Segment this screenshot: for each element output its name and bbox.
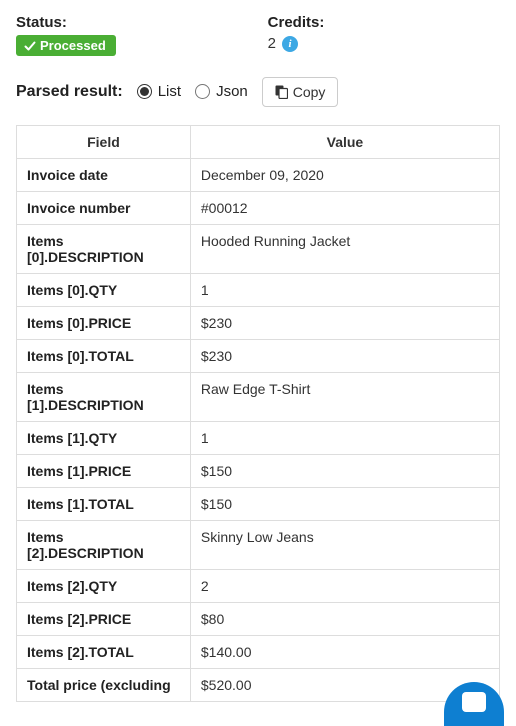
table-row: Total price (excluding$520.00: [17, 668, 500, 701]
table-row: Items [2].PRICE$80: [17, 602, 500, 635]
radio-list-label: List: [158, 83, 181, 100]
cell-field: Items [1].QTY: [17, 421, 191, 454]
status-badge-text: Processed: [40, 38, 106, 53]
radio-list[interactable]: List: [137, 83, 181, 100]
results-table: Field Value Invoice dateDecember 09, 202…: [16, 125, 500, 702]
status-badge: Processed: [16, 35, 116, 56]
table-row: Items [1].QTY1: [17, 421, 500, 454]
cell-value: 1: [190, 421, 499, 454]
radio-list-input[interactable]: [137, 84, 152, 99]
table-row: Items [2].QTY2: [17, 569, 500, 602]
parsed-result-label: Parsed result:: [16, 83, 123, 101]
cell-value: Raw Edge T-Shirt: [190, 372, 499, 421]
cell-field: Items [1].PRICE: [17, 454, 191, 487]
cell-field: Items [1].TOTAL: [17, 487, 191, 520]
table-row: Items [1].DESCRIPTIONRaw Edge T-Shirt: [17, 372, 500, 421]
radio-json[interactable]: Json: [195, 83, 248, 100]
cell-value: #00012: [190, 191, 499, 224]
table-row: Invoice dateDecember 09, 2020: [17, 158, 500, 191]
credits-value: 2: [268, 35, 276, 52]
cell-value: December 09, 2020: [190, 158, 499, 191]
info-icon[interactable]: i: [282, 36, 298, 52]
cell-field: Items [2].DESCRIPTION: [17, 520, 191, 569]
cell-field: Invoice number: [17, 191, 191, 224]
table-row: Items [1].TOTAL$150: [17, 487, 500, 520]
cell-field: Items [1].DESCRIPTION: [17, 372, 191, 421]
credits-label: Credits:: [268, 14, 500, 31]
copy-button-label: Copy: [293, 84, 326, 100]
table-row: Items [0].QTY1: [17, 273, 500, 306]
cell-value: 2: [190, 569, 499, 602]
table-row: Items [1].PRICE$150: [17, 454, 500, 487]
cell-field: Items [2].TOTAL: [17, 635, 191, 668]
check-icon: [24, 40, 36, 52]
cell-value: $80: [190, 602, 499, 635]
cell-value: Skinny Low Jeans: [190, 520, 499, 569]
header-value: Value: [190, 125, 499, 158]
cell-field: Items [2].PRICE: [17, 602, 191, 635]
cell-value: $230: [190, 339, 499, 372]
table-row: Items [0].TOTAL$230: [17, 339, 500, 372]
status-label: Status:: [16, 14, 268, 31]
radio-json-label: Json: [216, 83, 248, 100]
table-row: Items [2].DESCRIPTIONSkinny Low Jeans: [17, 520, 500, 569]
chat-icon: [462, 692, 486, 712]
cell-value: 1: [190, 273, 499, 306]
table-row: Items [0].DESCRIPTIONHooded Running Jack…: [17, 224, 500, 273]
cell-value: Hooded Running Jacket: [190, 224, 499, 273]
cell-value: $230: [190, 306, 499, 339]
cell-field: Total price (excluding: [17, 668, 191, 701]
cell-value: $150: [190, 487, 499, 520]
cell-field: Items [2].QTY: [17, 569, 191, 602]
cell-value: $150: [190, 454, 499, 487]
copy-icon: [275, 85, 288, 99]
copy-button[interactable]: Copy: [262, 77, 339, 107]
table-row: Items [0].PRICE$230: [17, 306, 500, 339]
cell-field: Items [0].PRICE: [17, 306, 191, 339]
radio-json-input[interactable]: [195, 84, 210, 99]
table-row: Invoice number#00012: [17, 191, 500, 224]
cell-field: Invoice date: [17, 158, 191, 191]
view-mode-radio-group: List Json: [137, 83, 248, 100]
cell-field: Items [0].DESCRIPTION: [17, 224, 191, 273]
cell-field: Items [0].QTY: [17, 273, 191, 306]
cell-value: $140.00: [190, 635, 499, 668]
header-field: Field: [17, 125, 191, 158]
cell-field: Items [0].TOTAL: [17, 339, 191, 372]
table-row: Items [2].TOTAL$140.00: [17, 635, 500, 668]
